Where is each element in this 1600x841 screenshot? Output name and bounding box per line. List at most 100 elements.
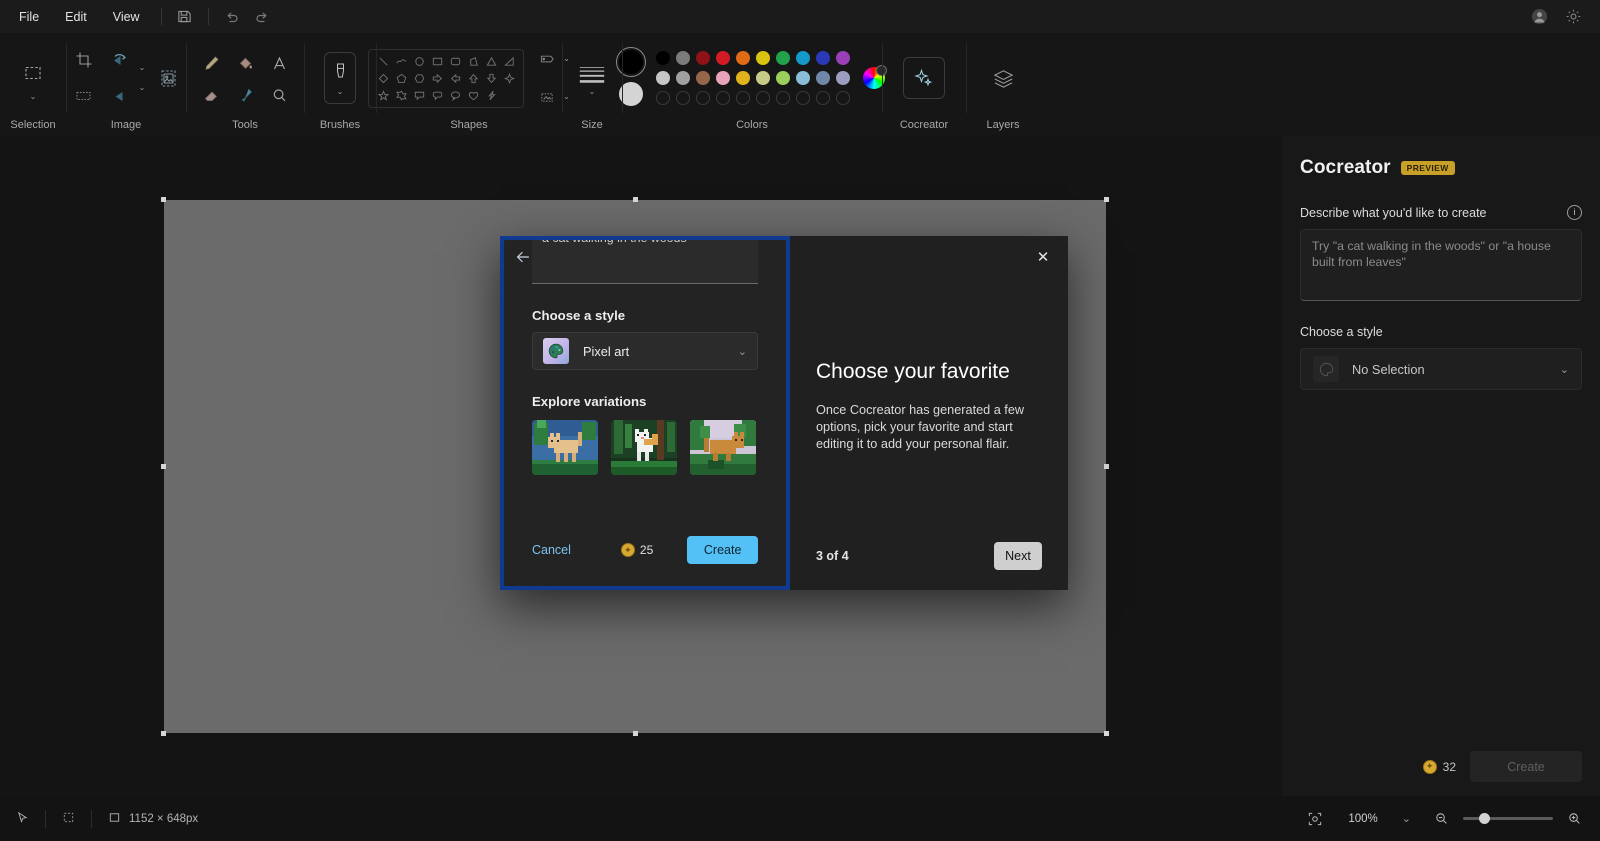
primary-color-swatch[interactable] bbox=[616, 47, 646, 77]
gear-icon[interactable] bbox=[1558, 4, 1588, 30]
ribbon-group-shapes-label: Shapes bbox=[450, 119, 488, 131]
color-swatch-r3-c9[interactable] bbox=[836, 91, 850, 105]
color-swatch-r3-c5[interactable] bbox=[756, 91, 770, 105]
prompt-input[interactable]: Try "a cat walking in the woods" or "a h… bbox=[1300, 229, 1582, 301]
color-swatch-r2-c6[interactable] bbox=[776, 71, 790, 85]
magnifier-icon[interactable] bbox=[262, 78, 296, 112]
color-swatch-r1-c7[interactable] bbox=[796, 51, 810, 65]
color-swatch-r3-c1[interactable] bbox=[676, 91, 690, 105]
color-swatch-r2-c8[interactable] bbox=[816, 71, 830, 85]
redo-icon[interactable] bbox=[247, 4, 277, 30]
canvas-handle-middle-right[interactable] bbox=[1104, 464, 1109, 469]
color-swatch-r1-c9[interactable] bbox=[836, 51, 850, 65]
color-swatch-r2-c7[interactable] bbox=[796, 71, 810, 85]
rectangular-selection-icon[interactable] bbox=[16, 56, 50, 90]
dialog-create-button[interactable]: Create bbox=[687, 536, 758, 564]
coin-icon: ✦ bbox=[620, 543, 635, 557]
color-swatch-r3-c4[interactable] bbox=[736, 91, 750, 105]
fit-to-screen-button[interactable] bbox=[1301, 807, 1329, 831]
ribbon-group-image: ⌄ ⌄ Image bbox=[66, 33, 186, 135]
info-icon[interactable]: i bbox=[1567, 205, 1582, 220]
cancel-button[interactable]: Cancel bbox=[532, 543, 571, 557]
size-chevron-down-icon[interactable]: ⌄ bbox=[589, 88, 596, 96]
variation-thumb-3[interactable] bbox=[690, 420, 756, 475]
color-swatch-r1-c4[interactable] bbox=[736, 51, 750, 65]
color-swatch-r1-c0[interactable] bbox=[656, 51, 670, 65]
color-swatch-r2-c1[interactable] bbox=[676, 71, 690, 85]
zoom-level-select[interactable]: 100% ⌄ bbox=[1339, 808, 1420, 829]
color-swatch-r2-c3[interactable] bbox=[716, 71, 730, 85]
dialog-prompt-input[interactable]: a cat walking in the woods bbox=[532, 240, 758, 284]
close-icon[interactable]: ✕ bbox=[1030, 244, 1056, 270]
color-swatch-r3-c2[interactable] bbox=[696, 91, 710, 105]
rotate-icon[interactable] bbox=[103, 43, 137, 77]
color-swatch-r2-c5[interactable] bbox=[756, 71, 770, 85]
size-button[interactable]: ⌄ bbox=[577, 60, 607, 96]
fill-bucket-icon[interactable] bbox=[228, 46, 262, 80]
eyedropper-icon[interactable] bbox=[228, 78, 262, 112]
canvas-handle-top-right[interactable] bbox=[1104, 197, 1109, 202]
menu-file[interactable]: File bbox=[6, 5, 52, 29]
flip-chevron-down-icon[interactable]: ⌄ bbox=[139, 84, 146, 92]
color-swatch-r2-c9[interactable] bbox=[836, 71, 850, 85]
resize-icon[interactable] bbox=[67, 79, 101, 113]
cocreator-button[interactable] bbox=[903, 57, 945, 99]
menu-edit[interactable]: Edit bbox=[52, 5, 100, 29]
eraser-icon[interactable] bbox=[194, 78, 228, 112]
back-arrow-icon[interactable] bbox=[512, 246, 534, 268]
variation-thumb-2[interactable] bbox=[611, 420, 677, 475]
zoom-slider-handle[interactable] bbox=[1479, 813, 1490, 824]
zoom-out-icon[interactable] bbox=[1430, 807, 1453, 831]
shape-fill-icon[interactable] bbox=[534, 85, 560, 109]
undo-icon[interactable] bbox=[217, 4, 247, 30]
color-swatch-r2-c0[interactable] bbox=[656, 71, 670, 85]
save-icon[interactable] bbox=[170, 4, 200, 30]
dialog-style-select[interactable]: Pixel art ⌄ bbox=[532, 332, 758, 370]
color-swatch-r1-c1[interactable] bbox=[676, 51, 690, 65]
color-swatch-r1-c2[interactable] bbox=[696, 51, 710, 65]
brushes-button[interactable]: ⌄ bbox=[324, 52, 356, 104]
canvas-handle-middle-left[interactable] bbox=[161, 464, 166, 469]
teaching-footer: 3 of 4 Next bbox=[816, 542, 1042, 570]
color-swatch-r3-c7[interactable] bbox=[796, 91, 810, 105]
color-swatch-r3-c6[interactable] bbox=[776, 91, 790, 105]
color-swatch-r3-c8[interactable] bbox=[816, 91, 830, 105]
shape-outline-icon[interactable] bbox=[534, 47, 560, 71]
canvas-handle-bottom-center[interactable] bbox=[633, 731, 638, 736]
variation-thumb-1[interactable] bbox=[532, 420, 598, 475]
canvas-handle-bottom-left[interactable] bbox=[161, 731, 166, 736]
color-swatch-r3-c0[interactable] bbox=[656, 91, 670, 105]
brushes-chevron-down-icon[interactable]: ⌄ bbox=[337, 87, 344, 96]
account-avatar-icon[interactable] bbox=[1524, 4, 1554, 30]
shapes-palette[interactable] bbox=[368, 48, 525, 108]
canvas-handle-top-center[interactable] bbox=[633, 197, 638, 202]
rotate-chevron-down-icon[interactable]: ⌄ bbox=[139, 64, 146, 72]
crop-icon[interactable] bbox=[67, 43, 101, 77]
color-swatch-r2-c2[interactable] bbox=[696, 71, 710, 85]
layers-icon[interactable] bbox=[986, 61, 1020, 95]
canvas-handle-bottom-right[interactable] bbox=[1104, 731, 1109, 736]
zoom-slider[interactable] bbox=[1463, 813, 1553, 824]
next-button[interactable]: Next bbox=[994, 542, 1042, 570]
chevron-down-icon[interactable]: ⌄ bbox=[30, 92, 37, 101]
dialog-style-chevron-down-icon[interactable]: ⌄ bbox=[738, 345, 747, 358]
background-removal-icon[interactable] bbox=[151, 61, 185, 95]
color-swatch-r1-c5[interactable] bbox=[756, 51, 770, 65]
color-swatch-r1-c8[interactable] bbox=[816, 51, 830, 65]
zoom-chevron-down-icon[interactable]: ⌄ bbox=[1402, 812, 1411, 825]
secondary-color-swatch[interactable] bbox=[619, 82, 643, 106]
canvas-handle-top-left[interactable] bbox=[161, 197, 166, 202]
create-button[interactable]: Create bbox=[1470, 751, 1582, 782]
flip-icon[interactable] bbox=[103, 79, 137, 113]
pencil-icon[interactable] bbox=[194, 46, 228, 80]
color-swatch-r2-c4[interactable] bbox=[736, 71, 750, 85]
color-swatch-r3-c3[interactable] bbox=[716, 91, 730, 105]
color-swatch-r1-c6[interactable] bbox=[776, 51, 790, 65]
color-swatch-r1-c3[interactable] bbox=[716, 51, 730, 65]
text-tool-icon[interactable] bbox=[262, 46, 296, 80]
style-select-chevron-down-icon[interactable]: ⌄ bbox=[1560, 363, 1569, 376]
menu-view[interactable]: View bbox=[100, 5, 153, 29]
color-palette-grid[interactable] bbox=[653, 48, 853, 108]
zoom-in-icon[interactable] bbox=[1563, 807, 1586, 831]
style-select[interactable]: No Selection ⌄ bbox=[1300, 348, 1582, 390]
